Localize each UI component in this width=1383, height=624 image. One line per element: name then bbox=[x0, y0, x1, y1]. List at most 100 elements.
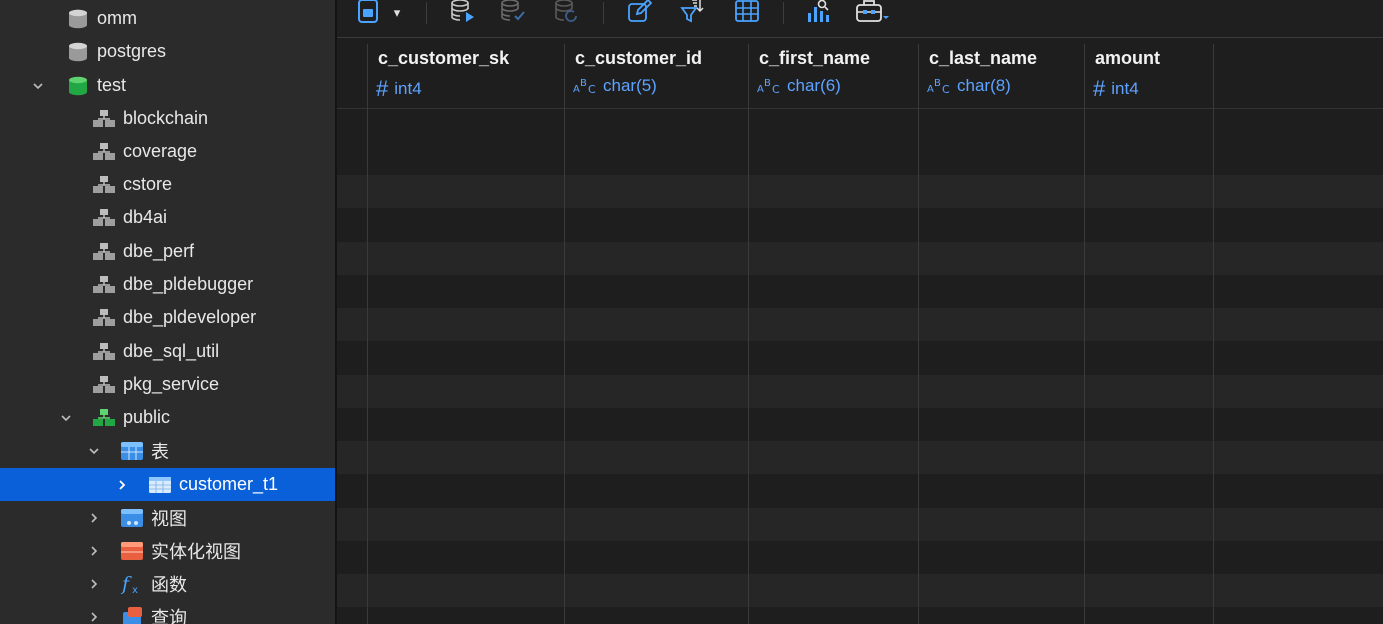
sql-editor-dropdown[interactable]: ▾ bbox=[389, 0, 405, 26]
sql-editor-icon bbox=[357, 0, 379, 28]
svg-text:B: B bbox=[764, 78, 771, 89]
text-type-icon: ABC bbox=[573, 77, 597, 95]
column-name: c_last_name bbox=[929, 48, 1038, 68]
table-row bbox=[337, 308, 1383, 341]
tree-item-test[interactable]: test bbox=[0, 69, 335, 102]
numeric-type-icon: # bbox=[376, 76, 389, 101]
tree-item-omm[interactable]: omm bbox=[0, 2, 335, 35]
tree-item-queries-folder[interactable]: 查询 bbox=[0, 600, 335, 624]
tree-item-label: pkg_service bbox=[123, 374, 220, 394]
tree-item-views-folder[interactable]: 视图 bbox=[0, 501, 335, 534]
toolbox-button[interactable] bbox=[855, 0, 891, 26]
svg-text:B: B bbox=[934, 78, 941, 89]
schema-green-icon bbox=[92, 407, 116, 429]
tree-item-tables-folder[interactable]: 表 bbox=[0, 434, 335, 467]
numeric-type-icon: # bbox=[1093, 76, 1106, 101]
tree-item-blockchain[interactable]: blockchain bbox=[0, 102, 335, 135]
execute-check-button[interactable] bbox=[499, 0, 527, 26]
svg-text:C: C bbox=[942, 83, 950, 95]
column-divider[interactable] bbox=[1084, 44, 1085, 624]
tree-item-coverage[interactable]: coverage bbox=[0, 135, 335, 168]
chevron-down-icon[interactable] bbox=[58, 410, 74, 426]
tree-item-pkg-service[interactable]: pkg_service bbox=[0, 368, 335, 401]
chart-search-button[interactable] bbox=[805, 0, 833, 26]
results-toolbar: ▾ bbox=[337, 0, 1383, 38]
chevron-right-icon[interactable] bbox=[86, 576, 102, 592]
column-header-c-last-name[interactable]: c_last_name ABC char(8) bbox=[919, 38, 1085, 108]
chevron-right-icon[interactable] bbox=[114, 477, 130, 493]
function-icon: fx bbox=[120, 573, 144, 595]
tree-item-label: 函数 bbox=[151, 574, 187, 595]
tree-item-label: dbe_pldebugger bbox=[123, 274, 254, 294]
tree-item-postgres[interactable]: postgres bbox=[0, 35, 335, 68]
tree-item-dbe-perf[interactable]: dbe_perf bbox=[0, 235, 335, 268]
tree-item-label: 表 bbox=[151, 441, 169, 462]
table-row bbox=[337, 109, 1383, 142]
tree-item-label: omm bbox=[97, 8, 137, 28]
tables-folder-icon bbox=[120, 440, 144, 462]
tree-item-label: test bbox=[97, 75, 127, 95]
column-name: c_first_name bbox=[759, 48, 871, 68]
schema-icon bbox=[92, 241, 116, 263]
column-type: ABC char(8) bbox=[927, 76, 1011, 96]
tree-item-materialized-views-folder[interactable]: 实体化视图 bbox=[0, 534, 335, 567]
tree-item-label: public bbox=[123, 407, 171, 427]
filter-sort-button[interactable] bbox=[679, 0, 707, 26]
execute-query-button[interactable] bbox=[449, 0, 477, 26]
column-name: c_customer_sk bbox=[378, 48, 510, 68]
tree-item-cstore[interactable]: cstore bbox=[0, 168, 335, 201]
chevron-right-icon[interactable] bbox=[86, 609, 102, 624]
column-divider[interactable] bbox=[1213, 44, 1214, 624]
chevron-down-icon[interactable] bbox=[86, 443, 102, 459]
column-divider[interactable] bbox=[748, 44, 749, 624]
tree-item-label: 实体化视图 bbox=[151, 541, 241, 562]
column-header-c-first-name[interactable]: c_first_name ABC char(6) bbox=[749, 38, 919, 108]
column-header-c-customer-sk[interactable]: c_customer_sk # int4 bbox=[368, 38, 564, 108]
svg-text:A: A bbox=[757, 84, 764, 95]
table-row bbox=[337, 175, 1383, 208]
execute-check-icon bbox=[500, 0, 526, 28]
tree-item-dbe-pldebugger[interactable]: dbe_pldebugger bbox=[0, 268, 335, 301]
tree-item-label: dbe_sql_util bbox=[123, 341, 220, 361]
tree-item-label: coverage bbox=[123, 141, 198, 161]
tree-item-dbe-sql-util[interactable]: dbe_sql_util bbox=[0, 335, 335, 368]
refresh-query-button[interactable] bbox=[553, 0, 581, 26]
chevron-down-icon[interactable] bbox=[30, 78, 46, 94]
schema-icon bbox=[92, 141, 116, 163]
column-divider[interactable] bbox=[367, 44, 368, 624]
tree-item-functions-folder[interactable]: fx 函数 bbox=[0, 567, 335, 600]
edit-button[interactable] bbox=[626, 0, 654, 26]
schema-icon bbox=[92, 174, 116, 196]
svg-text:f: f bbox=[120, 573, 132, 595]
column-type: ABC char(5) bbox=[573, 76, 657, 96]
table-row bbox=[337, 508, 1383, 541]
database-green-icon bbox=[66, 75, 90, 97]
column-divider[interactable] bbox=[918, 44, 919, 624]
database-gray-icon bbox=[66, 8, 90, 30]
views-folder-icon bbox=[120, 507, 144, 529]
chevron-right-icon[interactable] bbox=[86, 543, 102, 559]
schema-icon bbox=[92, 274, 116, 296]
tree-item-label: 视图 bbox=[151, 508, 187, 529]
svg-text:B: B bbox=[580, 78, 587, 89]
chevron-right-icon[interactable] bbox=[86, 510, 102, 526]
column-divider[interactable] bbox=[564, 44, 565, 624]
tree-item-label: dbe_perf bbox=[123, 241, 195, 261]
svg-text:A: A bbox=[927, 84, 934, 95]
table-icon bbox=[148, 474, 172, 496]
column-header-amount[interactable]: amount # int4 bbox=[1085, 38, 1213, 108]
tree-item-label: blockchain bbox=[123, 108, 209, 128]
tree-item-label: dbe_pldeveloper bbox=[123, 307, 257, 327]
queries-folder-icon bbox=[120, 606, 144, 624]
column-type-label: int4 bbox=[1111, 79, 1139, 98]
svg-text:C: C bbox=[772, 83, 780, 95]
tree-item-customer-t1[interactable]: customer_t1 bbox=[0, 468, 335, 501]
sql-editor-button[interactable] bbox=[355, 0, 381, 26]
grid-view-button[interactable] bbox=[733, 0, 761, 26]
tree-item-dbe-pldeveloper[interactable]: dbe_pldeveloper bbox=[0, 301, 335, 334]
schema-icon bbox=[92, 307, 116, 329]
column-header-c-customer-id[interactable]: c_customer_id ABC char(5) bbox=[565, 38, 748, 108]
tree-item-public[interactable]: public bbox=[0, 401, 335, 434]
column-type: # int4 bbox=[376, 76, 422, 102]
tree-item-db4ai[interactable]: db4ai bbox=[0, 201, 335, 234]
